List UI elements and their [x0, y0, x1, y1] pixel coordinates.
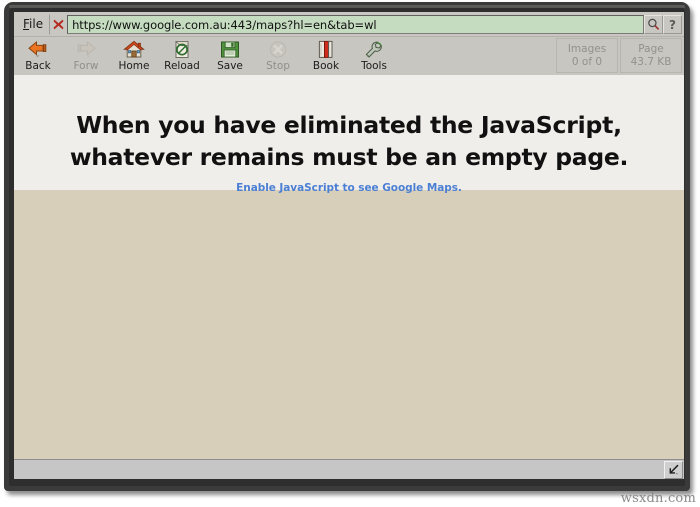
toolbar-button-save[interactable]: Save — [206, 37, 254, 75]
toolbar-button-reload[interactable]: Reload — [158, 37, 206, 75]
toolbar-status-group: Images 0 of 0 Page 43.7 KB — [556, 38, 682, 73]
stop-circle-icon — [268, 39, 288, 59]
toolbar-button-tools-label: Tools — [361, 60, 387, 72]
file-menu-button[interactable]: File — [16, 14, 51, 35]
page-headline-line-2: whatever remains must be an empty page. — [69, 143, 629, 171]
toolbar-button-back[interactable]: Back — [14, 37, 62, 75]
toolbar-button-save-label: Save — [217, 60, 243, 72]
page-size-status-title: Page — [638, 42, 664, 55]
watermark: wsxdn.com — [620, 491, 696, 506]
images-status-title: Images — [567, 42, 607, 55]
resize-grip-icon[interactable] — [664, 460, 683, 479]
headline-text-part-2: , — [613, 111, 622, 139]
file-menu-label-rest: ile — [29, 17, 44, 31]
toolbar-button-home[interactable]: Home — [110, 37, 158, 75]
back-arrow-icon — [27, 39, 49, 59]
page-viewport[interactable]: When you have eliminated the JavaScript,… — [14, 75, 684, 459]
toolbar-button-reload-label: Reload — [164, 60, 200, 72]
status-bar — [14, 459, 684, 479]
toolbar-button-tools[interactable]: Tools — [350, 37, 398, 75]
toolbar-button-stop[interactable]: Stop — [254, 37, 302, 75]
toolbar-button-book-label: Book — [312, 60, 340, 72]
toolbar: Back Forw Home Reload Save Stop Book Too… — [14, 36, 684, 75]
reload-icon — [171, 39, 193, 59]
toolbar-button-forward[interactable]: Forw — [62, 37, 110, 75]
headline-text-javascript: JavaScript — [480, 111, 614, 139]
page-size-status-cell: Page 43.7 KB — [620, 38, 682, 73]
toolbar-button-forward-label: Forw — [73, 60, 99, 72]
headline-text-part-1: When you have eliminated the — [76, 111, 481, 139]
url-text: https://www.google.com.au:443/maps?hl=en… — [72, 17, 377, 32]
search-icon[interactable] — [644, 15, 663, 34]
page-content: When you have eliminated the JavaScript,… — [14, 75, 684, 195]
house-icon — [123, 39, 145, 59]
toolbar-button-book[interactable]: Book — [302, 37, 350, 75]
url-input[interactable]: https://www.google.com.au:443/maps?hl=en… — [67, 15, 644, 34]
browser-client-area: File https://www.google.com.au:443/maps?… — [14, 12, 684, 479]
page-headline-line-1: When you have eliminated the JavaScript, — [14, 109, 684, 141]
enable-javascript-link[interactable]: Enable JavaScript to see Google Maps. — [236, 182, 462, 194]
close-x-icon[interactable] — [50, 15, 66, 35]
images-status-value: 0 of 0 — [571, 55, 603, 68]
toolbar-button-back-label: Back — [25, 60, 51, 72]
location-bar: File https://www.google.com.au:443/maps?… — [14, 12, 684, 36]
page-size-status-value: 43.7 KB — [630, 55, 672, 68]
help-icon[interactable]: ? — [663, 15, 682, 34]
toolbar-button-home-label: Home — [118, 60, 150, 72]
bookmark-book-icon — [317, 39, 335, 59]
images-status-cell: Images 0 of 0 — [556, 38, 618, 73]
floppy-disk-icon — [220, 39, 240, 59]
window-titlebar-highlight — [9, 5, 685, 8]
wrench-icon — [364, 39, 384, 59]
forward-arrow-icon — [75, 39, 97, 59]
toolbar-button-stop-label: Stop — [266, 60, 290, 72]
help-icon-label: ? — [669, 17, 676, 32]
